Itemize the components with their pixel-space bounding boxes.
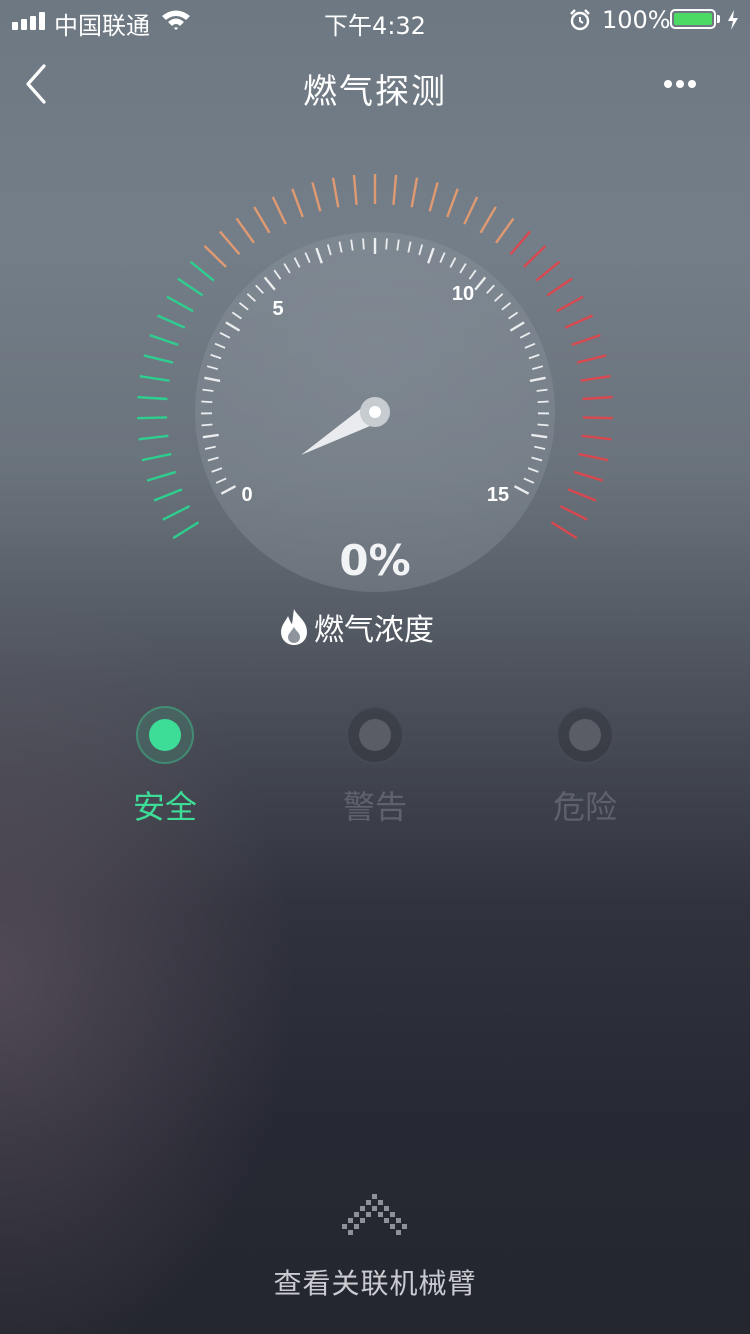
outer-tick [559, 505, 588, 521]
outer-tick [253, 206, 271, 234]
outer-tick [352, 174, 358, 205]
inner-tick [537, 400, 549, 404]
outer-tick [218, 230, 241, 256]
outer-tick [189, 260, 215, 282]
outer-tick [495, 217, 515, 244]
outer-tick [582, 395, 613, 401]
status-warning-indicator [346, 706, 404, 764]
inner-tick [537, 423, 549, 427]
outer-tick [535, 260, 561, 282]
tick-label-15: 15 [487, 484, 509, 506]
flame-icon [281, 609, 307, 645]
status-danger: 危险 [525, 706, 645, 828]
status-safe-label: 安全 [132, 788, 197, 826]
outer-tick [556, 295, 584, 313]
outer-tick [523, 245, 547, 268]
outer-tick [141, 452, 172, 462]
outer-tick [573, 470, 604, 482]
outer-tick [546, 277, 573, 297]
outer-tick [166, 295, 194, 313]
outer-tick [571, 334, 601, 346]
outer-tick [311, 182, 322, 212]
status-safe-indicator [136, 706, 194, 764]
double-chevron-up-icon[interactable] [342, 1194, 408, 1248]
inner-tick [362, 238, 365, 250]
outer-tick [446, 188, 459, 218]
inner-tick [201, 400, 213, 404]
outer-tick [138, 434, 169, 441]
gas-value: 0% [339, 536, 411, 585]
outer-tick [291, 188, 304, 218]
status-warning: 警告 [315, 706, 435, 828]
outer-tick [203, 245, 227, 268]
outer-tick [137, 416, 168, 420]
outer-tick [137, 395, 168, 401]
status-safe: 安全 [105, 706, 225, 828]
outer-tick [564, 314, 594, 329]
gas-gauge: 0 5 10 15 [137, 174, 613, 592]
inner-tick [385, 238, 388, 250]
outer-tick [509, 230, 532, 256]
outer-tick [331, 177, 340, 208]
status-danger-label: 危险 [552, 788, 617, 826]
outer-tick [143, 354, 174, 364]
outer-tick [153, 488, 183, 502]
outer-tick [479, 206, 497, 234]
tick-label-5: 5 [272, 298, 283, 320]
outer-tick [235, 217, 255, 244]
outer-tick [177, 277, 204, 297]
outer-tick [428, 182, 439, 212]
outer-tick [156, 314, 186, 329]
status-warning-label: 警告 [342, 788, 407, 826]
gas-concentration-label: 燃气浓度 [278, 606, 434, 648]
outer-tick [581, 434, 612, 441]
outer-tick [149, 334, 179, 346]
outer-tick [162, 505, 191, 521]
outer-tick [580, 374, 611, 382]
outer-tick [567, 488, 597, 502]
view-linked-arm-link[interactable]: 查看关联机械臂 [0, 1262, 750, 1302]
outer-tick [576, 354, 607, 364]
outer-tick [271, 196, 287, 225]
outer-tick [146, 470, 177, 482]
outer-tick [392, 174, 398, 205]
gas-concentration-text: 燃气浓度 [314, 613, 434, 648]
outer-tick [139, 374, 170, 382]
tick-label-0: 0 [241, 484, 252, 506]
outer-tick [578, 452, 609, 462]
outer-tick [410, 177, 419, 208]
inner-tick [201, 423, 213, 427]
tick-label-10: 10 [452, 283, 474, 305]
outer-tick [463, 196, 479, 225]
status-danger-indicator [556, 706, 614, 764]
outer-tick [582, 416, 613, 420]
